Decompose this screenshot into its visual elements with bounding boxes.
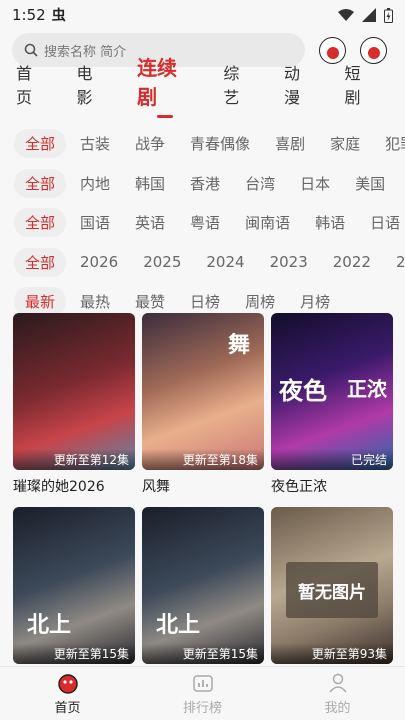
poster-title-art: 北上	[27, 612, 72, 638]
filter-region-option[interactable]: 台湾	[245, 173, 275, 194]
filter-genre-option[interactable]: 战争	[135, 133, 165, 154]
filter-year-option[interactable]: 2026	[80, 253, 118, 271]
filter-language-option[interactable]: 英语	[135, 212, 165, 233]
poster-title-art: 北上	[156, 612, 201, 638]
filter-year-option[interactable]: 全部	[14, 247, 67, 277]
year-filter-row: 全部 2026 2025 2024 2023 2022 2021	[0, 243, 405, 283]
poster-image[interactable]: 舞 更新至第18集	[142, 313, 264, 470]
filter-sort-option[interactable]: 周榜	[245, 291, 275, 312]
search-icon	[24, 43, 38, 57]
filter-year-option[interactable]: 2025	[143, 253, 181, 271]
filter-language-option[interactable]: 粤语	[190, 212, 220, 233]
poster-image[interactable]: 北上 更新至第15集	[142, 507, 264, 664]
filter-genre-option[interactable]: 古装	[80, 133, 110, 154]
home-icon	[57, 673, 78, 694]
filter-region-option[interactable]: 日本	[300, 173, 330, 194]
language-filter-row: 全部 国语 英语 粤语 闽南语 韩语 日语	[0, 203, 405, 243]
no-image-placeholder: 暂无图片	[286, 562, 378, 618]
series-title[interactable]: 夜色正浓	[271, 476, 393, 496]
poster-image[interactable]: 夜色 正浓 已完结	[271, 313, 393, 470]
filter-sort-option[interactable]: 月榜	[300, 291, 330, 312]
filter-region-option[interactable]: 全部	[14, 168, 67, 198]
bottom-nav: 首页 排行榜 我的	[0, 666, 405, 720]
tab-movies[interactable]: 电影	[77, 60, 107, 118]
filter-sort-option[interactable]: 最赞	[135, 291, 165, 312]
episode-badge: 更新至第15集	[142, 643, 264, 664]
tab-shorts[interactable]: 短剧	[344, 60, 374, 118]
series-card[interactable]: 夜色 正浓 已完结 夜色正浓	[271, 313, 393, 496]
filter-genre-option[interactable]: 全部	[14, 129, 67, 159]
filter-sort-option[interactable]: 最热	[80, 291, 110, 312]
filter-genre-option[interactable]: 青春偶像	[190, 133, 250, 154]
wifi-icon	[338, 8, 354, 21]
filter-region-option[interactable]: 内地	[80, 173, 110, 194]
poster-image[interactable]: 北上 更新至第15集	[13, 507, 135, 664]
nav-ranking-label: 排行榜	[182, 700, 222, 716]
filter-panel: 全部 古装 战争 青春偶像 喜剧 家庭 犯罪 全部 内地 韩国 香港 台湾 日本…	[0, 124, 405, 322]
episode-badge: 更新至第12集	[13, 449, 135, 470]
status-bar: 1:52 虫	[0, 0, 405, 30]
poster-image[interactable]: 更新至第12集	[13, 313, 135, 470]
nav-ranking[interactable]: 排行榜	[135, 667, 270, 720]
tab-series[interactable]: 连续剧	[137, 52, 192, 118]
tab-anime[interactable]: 动漫	[284, 60, 314, 118]
history-icon[interactable]	[319, 36, 346, 64]
series-card[interactable]: 暂无图片 更新至第93集	[271, 507, 393, 664]
poster-title-art: 夜色	[279, 376, 327, 405]
series-card[interactable]: 北上 更新至第15集	[13, 507, 135, 664]
filter-language-option[interactable]: 日语	[370, 212, 400, 233]
filter-genre-option[interactable]: 喜剧	[275, 133, 305, 154]
nav-profile-label: 我的	[324, 700, 351, 716]
profile-icon	[328, 673, 347, 692]
series-card[interactable]: 更新至第12集 璀璨的她2026	[13, 313, 135, 496]
region-filter-row: 全部 内地 韩国 香港 台湾 日本 美国 泰	[0, 164, 405, 204]
tab-variety[interactable]: 综艺	[223, 60, 253, 118]
battery-icon	[384, 7, 393, 23]
series-title[interactable]: 风舞	[142, 476, 264, 496]
episode-badge: 已完结	[271, 449, 393, 470]
filter-genre-option[interactable]: 家庭	[330, 133, 360, 154]
filter-language-option[interactable]: 闽南语	[245, 212, 290, 233]
filter-region-option[interactable]: 美国	[355, 173, 385, 194]
genre-filter-row: 全部 古装 战争 青春偶像 喜剧 家庭 犯罪	[0, 124, 405, 164]
filter-year-option[interactable]: 2023	[270, 253, 308, 271]
nav-home-label: 首页	[54, 700, 81, 716]
status-time: 1:52	[12, 6, 46, 24]
search-placeholder: 搜索名称 简介	[44, 44, 127, 60]
filter-year-option[interactable]: 2021	[396, 253, 405, 271]
signal-icon	[362, 8, 376, 22]
app-notification-icon: 虫	[51, 8, 66, 24]
ranking-icon	[192, 674, 213, 692]
nav-home[interactable]: 首页	[0, 667, 135, 720]
filter-language-option[interactable]: 国语	[80, 212, 110, 233]
filter-year-option[interactable]: 2024	[206, 253, 244, 271]
filter-year-option[interactable]: 2022	[333, 253, 371, 271]
filter-language-option[interactable]: 全部	[14, 208, 67, 238]
nav-profile[interactable]: 我的	[270, 667, 405, 720]
series-card[interactable]: 北上 更新至第15集	[142, 507, 264, 664]
filter-sort-option[interactable]: 日榜	[190, 291, 220, 312]
filter-language-option[interactable]: 韩语	[315, 212, 345, 233]
poster-title-art: 正浓	[347, 377, 387, 401]
filter-genre-option[interactable]: 犯罪	[385, 133, 405, 154]
tab-home[interactable]: 首页	[16, 60, 46, 118]
episode-badge: 更新至第18集	[142, 449, 264, 470]
poster-title-art: 舞	[227, 332, 250, 358]
filter-region-option[interactable]: 韩国	[135, 173, 165, 194]
series-card[interactable]: 舞 更新至第18集 风舞	[142, 313, 264, 496]
category-tabs: 首页 电影 连续剧 综艺 动漫 短剧	[0, 56, 405, 118]
filter-sort-option[interactable]: 最新	[14, 287, 67, 317]
series-title[interactable]: 璀璨的她2026	[13, 476, 135, 496]
poster-image[interactable]: 暂无图片 更新至第93集	[271, 507, 393, 664]
filter-region-option[interactable]: 香港	[190, 173, 220, 194]
episode-badge: 更新至第15集	[13, 643, 135, 664]
episode-badge: 更新至第93集	[271, 643, 393, 664]
